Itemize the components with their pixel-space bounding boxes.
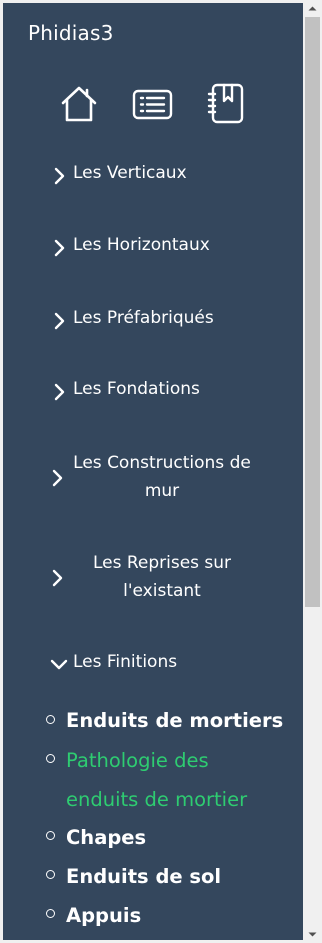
menu-item-horizontaux[interactable]: Les Horizontaux — [3, 235, 303, 259]
menu-item-finitions[interactable]: Les Finitions — [3, 652, 303, 676]
menu-item-constructions-de-mur[interactable]: Les Constructions de mur — [3, 449, 303, 507]
bullet-icon — [46, 909, 55, 918]
chevron-right-icon — [53, 382, 67, 402]
chevron-down-icon — [49, 654, 69, 674]
bullet-icon — [46, 754, 55, 763]
scroll-up-arrow-icon[interactable] — [303, 0, 322, 17]
chevron-right-icon — [51, 468, 65, 488]
bullet-icon — [46, 715, 55, 724]
home-icon[interactable] — [58, 83, 100, 125]
bullet-icon — [46, 831, 55, 840]
chevron-right-icon — [51, 568, 65, 588]
menu-item-prefabriques[interactable]: Les Préfabriqués — [3, 308, 303, 332]
chevron-right-icon — [53, 238, 67, 258]
list-item-label: Enduits de sol — [66, 865, 222, 888]
menu-item-label: Les Finitions — [73, 652, 178, 672]
list-icon[interactable] — [132, 83, 174, 125]
notebook-icon[interactable] — [205, 83, 247, 125]
chevron-right-icon — [53, 166, 67, 186]
menu-item-label: Les Verticaux — [73, 163, 187, 183]
menu-item-label: Les Horizontaux — [73, 235, 210, 255]
chevron-right-icon — [53, 311, 67, 331]
scrollbar-thumb[interactable] — [305, 17, 320, 607]
list-item-pathologie-enduits[interactable]: Pathologie des enduits de mortier — [3, 741, 303, 819]
app-title: Phidias3 — [28, 21, 114, 45]
menu-item-label: Les Constructions de mur — [73, 453, 251, 501]
list-item-enduits-mortiers[interactable]: Enduits de mortiers — [3, 703, 303, 742]
menu-item-label: Les Reprises sur l'existant — [92, 553, 232, 601]
list-item-appuis[interactable]: Appuis — [3, 896, 303, 935]
list-item-label: Chapes — [66, 826, 147, 849]
list-item-label: Appuis — [66, 904, 142, 927]
app-frame: Phidias3 Les Verticaux Les Horizontaux L… — [0, 0, 322, 943]
list-item-label: Enduits de mortiers — [66, 709, 284, 732]
menu-item-reprises-existant[interactable]: Les Reprises sur l'existant — [3, 549, 303, 607]
list-item-chapes[interactable]: Chapes — [3, 818, 303, 857]
scrollbar[interactable] — [303, 0, 322, 943]
menu-item-label: Les Préfabriqués — [73, 308, 214, 328]
toolbar — [3, 83, 303, 125]
menu-item-fondations[interactable]: Les Fondations — [3, 379, 303, 403]
list-item-label: Pathologie des enduits de mortier — [66, 749, 248, 811]
sidebar: Phidias3 Les Verticaux Les Horizontaux L… — [3, 3, 303, 940]
scroll-down-arrow-icon[interactable] — [303, 926, 322, 943]
bullet-icon — [46, 870, 55, 879]
list-item-enduits-sol[interactable]: Enduits de sol — [3, 857, 303, 896]
menu-item-verticaux[interactable]: Les Verticaux — [3, 163, 303, 187]
menu-item-label: Les Fondations — [73, 379, 200, 399]
